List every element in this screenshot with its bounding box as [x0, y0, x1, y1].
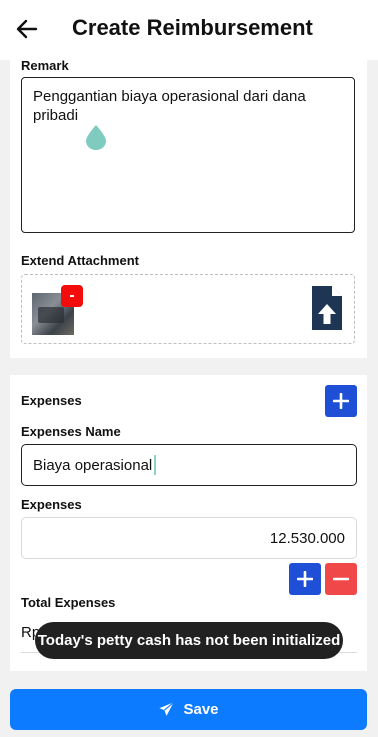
expenses-amount-input[interactable]: 12.530.000 — [21, 517, 357, 559]
remove-expense-row-button[interactable] — [325, 563, 357, 595]
attachment-label: Extend Attachment — [21, 253, 139, 268]
expenses-name-input[interactable]: Biaya operasional — [21, 444, 357, 486]
remark-textarea[interactable]: Penggantian biaya operasional dari dana … — [21, 77, 355, 233]
add-expense-group-button[interactable] — [325, 385, 357, 417]
file-upload-icon[interactable] — [310, 284, 344, 332]
expenses-name-value: Biaya operasional — [33, 456, 153, 474]
expenses-amount-value: 12.530.000 — [269, 529, 345, 547]
expenses-name-label: Expenses Name — [21, 424, 121, 439]
text-caret — [154, 455, 157, 475]
expenses-section-title: Expenses — [21, 393, 82, 408]
minus-icon — [333, 577, 349, 581]
remark-card: Remark Penggantian biaya operasional dar… — [10, 50, 367, 358]
total-expenses-label: Total Expenses — [21, 595, 116, 610]
plus-icon — [297, 571, 313, 587]
remark-label: Remark — [21, 58, 69, 73]
attachment-dropzone[interactable]: - — [21, 274, 355, 344]
expenses-amount-label: Expenses — [21, 497, 82, 512]
paper-plane-icon — [159, 701, 175, 716]
page-title: Create Reimbursement — [72, 15, 313, 40]
remark-text: Penggantian biaya operasional dari dana … — [33, 88, 306, 124]
back-button[interactable] — [12, 14, 42, 44]
arrow-left-icon — [16, 19, 38, 39]
toast-message: Today's petty cash has not been initiali… — [35, 622, 343, 659]
save-label: Save — [183, 701, 219, 718]
plus-icon — [333, 393, 349, 409]
remove-attachment-button[interactable]: - — [61, 285, 83, 307]
app-bar: Create Reimbursement — [0, 0, 378, 60]
save-button[interactable]: Save — [10, 689, 367, 730]
add-expense-row-button[interactable] — [289, 563, 321, 595]
text-cursor-handle-icon[interactable] — [85, 124, 107, 150]
